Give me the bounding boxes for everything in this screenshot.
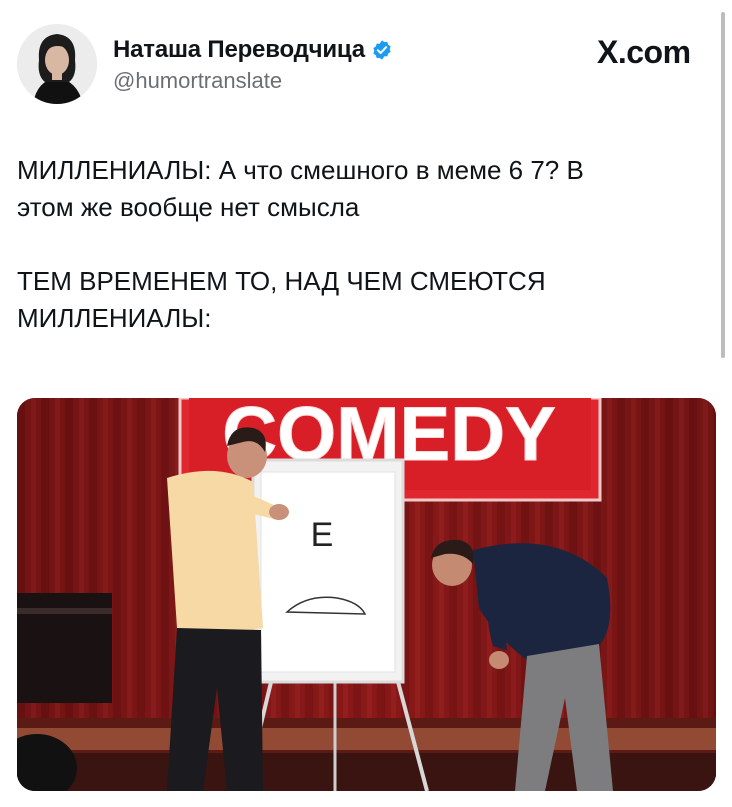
tweet-line: МИЛЛЕНИАЛЫ: xyxy=(17,303,212,333)
tweet-line: этом же вообще нет смысла xyxy=(17,192,360,222)
tweet-text: МИЛЛЕНИАЛЫ: А что смешного в меме 6 7? В… xyxy=(17,152,697,337)
tweet-line: ТЕМ ВРЕМЕНЕМ ТО, НАД ЧЕМ СМЕЮТСЯ xyxy=(17,266,546,296)
author-handle[interactable]: @humortranslate xyxy=(113,68,282,94)
avatar[interactable] xyxy=(17,24,97,104)
author-name[interactable]: Наташа Переводчица xyxy=(113,36,365,64)
site-logo: X.com xyxy=(597,34,691,71)
x-logo-text: X.com xyxy=(597,34,691,70)
scrollbar[interactable] xyxy=(721,12,725,358)
tweet-line: МИЛЛЕНИАЛЫ: А что смешного в меме 6 7? В xyxy=(17,155,584,185)
tweet-media-image[interactable]: COMEDY Е xyxy=(17,398,716,791)
board-letter: Е xyxy=(311,516,334,554)
verified-badge-icon xyxy=(373,40,391,60)
